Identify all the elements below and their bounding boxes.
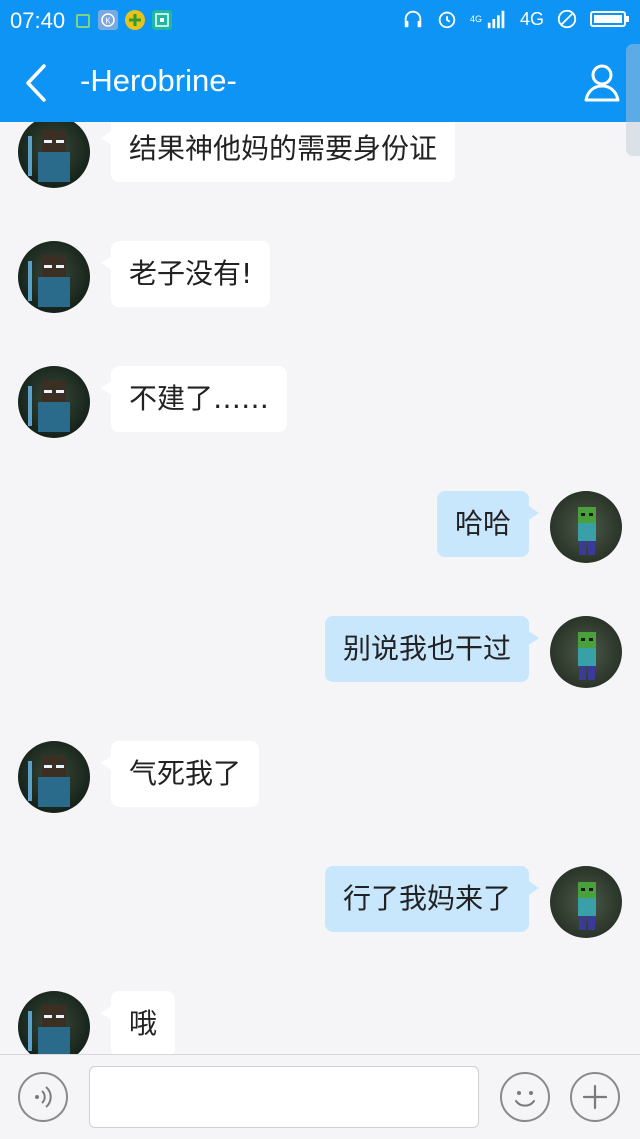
person-icon	[584, 64, 620, 102]
chat-header: -Herobrine-	[0, 44, 640, 122]
contact-avatar[interactable]	[18, 122, 90, 188]
message-bubble[interactable]: 气死我了	[100, 741, 260, 807]
k-app-icon: K	[98, 10, 118, 30]
message-list[interactable]: 结果神他妈的需要身份证 老子没有! 不建了…… 哈哈 别说我也干过 气死我了 行…	[0, 122, 640, 1054]
alarm-icon	[438, 11, 456, 29]
voice-icon	[35, 1086, 52, 1108]
headphone-icon	[404, 10, 422, 28]
input-bar	[0, 1054, 640, 1139]
battery-icon	[590, 11, 629, 27]
message-outgoing: 哈哈	[0, 491, 640, 571]
back-button[interactable]	[18, 62, 58, 104]
add-button[interactable]	[570, 1072, 620, 1122]
message-bubble[interactable]: 结果神他妈的需要身份证	[100, 122, 456, 182]
status-bar: 07:40 K 4G 4G	[0, 0, 640, 44]
network-type: 4G	[519, 8, 544, 29]
network-type-small: 4G	[469, 14, 482, 24]
voice-button[interactable]	[18, 1072, 68, 1122]
user-avatar[interactable]	[550, 491, 622, 563]
chat-title: -Herobrine-	[80, 63, 237, 98]
profile-button[interactable]	[582, 62, 622, 104]
message-bubble[interactable]: 哦	[100, 991, 176, 1054]
message-bubble[interactable]: 哈哈	[436, 491, 540, 557]
user-avatar[interactable]	[550, 866, 622, 938]
user-avatar[interactable]	[550, 616, 622, 688]
message-incoming: 结果神他妈的需要身份证	[0, 122, 640, 196]
notification-icon	[76, 14, 90, 28]
svg-text:K: K	[105, 17, 111, 26]
scan-app-icon	[152, 10, 172, 30]
contact-avatar[interactable]	[18, 991, 90, 1054]
chevron-left-icon	[26, 64, 46, 102]
message-bubble[interactable]: 行了我妈来了	[324, 866, 540, 932]
message-incoming: 哦	[0, 991, 640, 1054]
status-time: 07:40	[10, 8, 66, 33]
message-bubble[interactable]: 不建了……	[100, 366, 288, 432]
message-outgoing: 行了我妈来了	[0, 866, 640, 946]
emoji-button[interactable]	[500, 1072, 550, 1122]
message-incoming: 老子没有!	[0, 241, 640, 321]
contact-avatar[interactable]	[18, 241, 90, 313]
contact-avatar[interactable]	[18, 366, 90, 438]
plus-icon	[582, 1084, 608, 1110]
signal-icon	[487, 10, 505, 29]
message-outgoing: 别说我也干过	[0, 616, 640, 696]
message-input[interactable]	[89, 1066, 479, 1128]
message-incoming: 气死我了	[0, 741, 640, 821]
message-bubble[interactable]: 别说我也干过	[324, 616, 540, 682]
contact-avatar[interactable]	[18, 741, 90, 813]
message-bubble[interactable]: 老子没有!	[100, 241, 271, 307]
smiley-icon	[515, 1091, 535, 1107]
no-disturb-icon	[557, 9, 577, 29]
plus-app-icon	[125, 10, 145, 30]
message-incoming: 不建了……	[0, 366, 640, 446]
